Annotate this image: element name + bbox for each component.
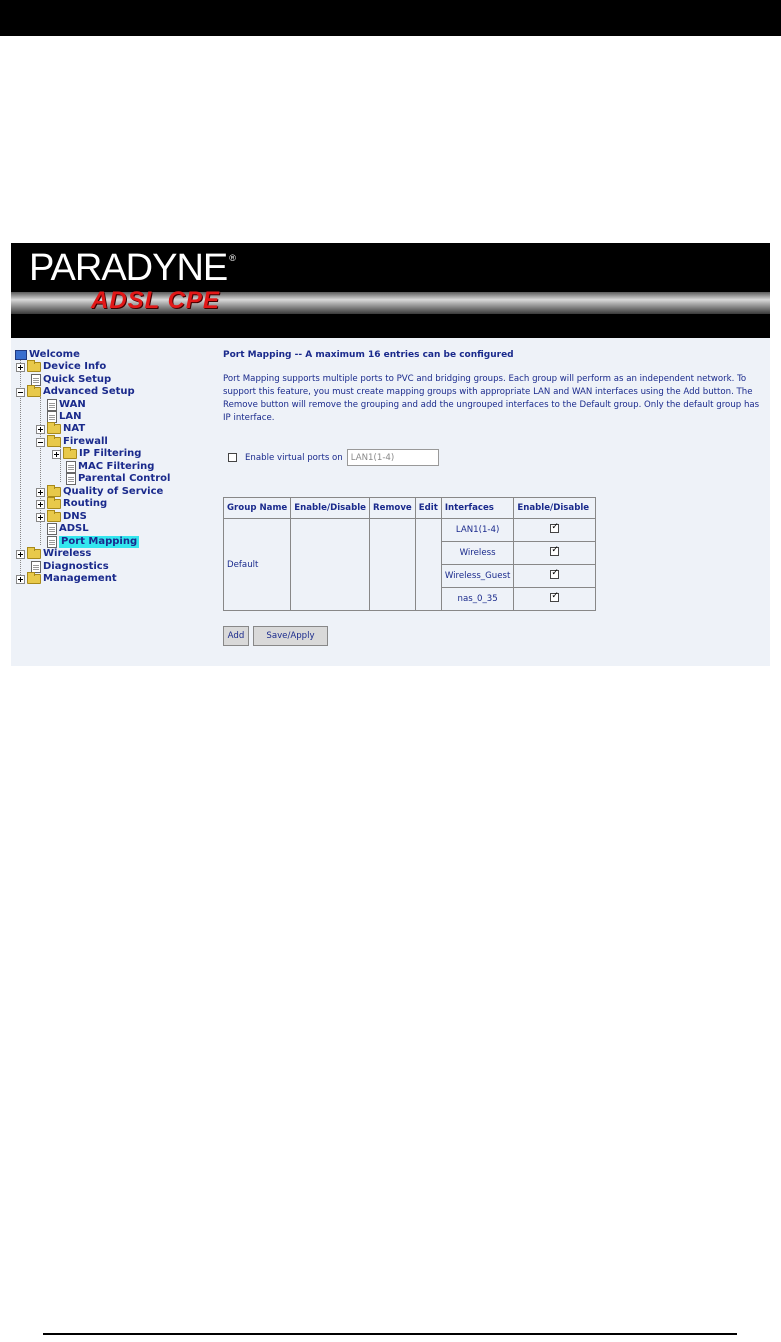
sidebar-item-adsl[interactable]: ADSL [47, 523, 89, 535]
sidebar-item-port-mapping[interactable]: Port Mapping [47, 536, 140, 548]
group-name-cell: Default [222, 518, 292, 611]
interface-name: LAN1(1-4) [440, 518, 515, 542]
add-button[interactable]: Add [223, 626, 249, 646]
folder-icon [47, 422, 61, 434]
interface-enable-cell [513, 587, 597, 611]
brand-subtitle: ADSL CPE [91, 287, 220, 314]
sidebar-item-advanced-setup[interactable]: Advanced Setup [16, 385, 135, 398]
expand-plus-icon[interactable] [16, 362, 25, 372]
virtual-ports-checkbox[interactable] [228, 453, 237, 462]
page-description: Port Mapping supports multiple ports to … [223, 374, 760, 423]
sidebar-item-ip-filtering[interactable]: IP Filtering [52, 447, 141, 460]
save-apply-button[interactable]: Save/Apply [253, 626, 328, 646]
group-remove-cell [369, 518, 416, 611]
expand-plus-icon[interactable] [36, 499, 45, 509]
page-icon [47, 536, 57, 548]
router-ui-screenshot: PARADYNE ® ADSL CPE Welcome Device Info Q… [11, 243, 770, 666]
sidebar-item-mac-filtering[interactable]: MAC Filtering [66, 461, 154, 473]
col-group-name: Group Name [222, 497, 292, 519]
folder-open-icon [27, 385, 41, 397]
col-remove: Remove [369, 497, 416, 519]
sidebar-item-nat[interactable]: NAT [36, 422, 85, 435]
sidebar-item-quick-setup[interactable]: Quick Setup [31, 374, 111, 386]
virtual-ports-input[interactable] [346, 449, 439, 466]
expand-plus-icon[interactable] [36, 424, 45, 434]
virtual-ports-label: Enable virtual ports on [245, 452, 343, 463]
document-footer-rule [43, 1333, 737, 1335]
sidebar-item-dns[interactable]: DNS [36, 510, 87, 523]
table-row: Default LAN1(1-4) [222, 518, 597, 611]
expand-plus-icon[interactable] [52, 449, 61, 459]
collapse-minus-icon[interactable] [36, 437, 45, 447]
expand-plus-icon[interactable] [16, 549, 25, 559]
interface-enable-cell [513, 541, 597, 565]
banner: PARADYNE ® ADSL CPE [11, 243, 770, 338]
sidebar-item-wireless[interactable]: Wireless [16, 547, 91, 560]
page-icon [47, 523, 57, 535]
folder-icon [27, 572, 41, 584]
monitor-icon [15, 350, 27, 360]
document-header-bar [0, 0, 781, 36]
port-mapping-table: Group Name Enable/Disable Remove Edit In… [222, 497, 597, 611]
virtual-ports-row: Enable virtual ports on [228, 449, 439, 466]
sidebar-item-firewall[interactable]: Firewall [36, 435, 108, 448]
table-header-row: Group Name Enable/Disable Remove Edit In… [222, 497, 597, 519]
interface-enable-checkbox[interactable] [550, 568, 560, 579]
sidebar-item-welcome[interactable]: Welcome [15, 349, 80, 361]
folder-icon [47, 510, 61, 522]
interface-enable-cell [513, 518, 597, 542]
interface-enable-cell [513, 564, 597, 588]
sidebar-item-parental-control[interactable]: Parental Control [66, 473, 170, 485]
col-enable-disable: Enable/Disable [290, 497, 371, 519]
interface-name: nas_0_35 [440, 587, 515, 611]
page-icon [66, 461, 76, 473]
group-edit-cell [414, 518, 442, 611]
folder-icon [47, 485, 61, 497]
action-buttons: Add Save/Apply [223, 626, 328, 646]
interface-name: Wireless [440, 541, 515, 565]
expand-plus-icon[interactable] [16, 574, 25, 584]
page-icon [47, 399, 57, 411]
folder-icon [63, 447, 77, 459]
expand-plus-icon[interactable] [36, 512, 45, 522]
folder-open-icon [47, 435, 61, 447]
sidebar-item-quality-of-service[interactable]: Quality of Service [36, 485, 163, 498]
main-content: Port Mapping -- A maximum 16 entries can… [222, 349, 763, 646]
folder-icon [27, 360, 41, 372]
sidebar-item-management[interactable]: Management [16, 572, 117, 585]
interface-enable-checkbox[interactable] [550, 522, 560, 533]
interface-enable-checkbox[interactable] [550, 591, 560, 602]
interface-enable-checkbox[interactable] [550, 545, 560, 556]
interface-name: Wireless_Guest [440, 564, 515, 588]
sidebar-item-routing[interactable]: Routing [36, 497, 107, 510]
sidebar-item-wan[interactable]: WAN [47, 399, 86, 411]
sidebar-item-device-info[interactable]: Device Info [16, 360, 106, 373]
page-icon [66, 473, 76, 485]
expand-plus-icon[interactable] [36, 487, 45, 497]
folder-icon [27, 547, 41, 559]
collapse-minus-icon[interactable] [16, 387, 25, 397]
col-edit: Edit [414, 497, 442, 519]
folder-icon [47, 497, 61, 509]
page-title: Port Mapping -- A maximum 16 entries can… [223, 350, 514, 360]
col-interface-enable-disable: Enable/Disable [513, 497, 597, 519]
col-interfaces: Interfaces [440, 497, 515, 519]
group-enable-cell [290, 518, 371, 611]
brand-logo: PARADYNE ® [29, 247, 236, 289]
sidebar-item-diagnostics[interactable]: Diagnostics [31, 561, 109, 573]
